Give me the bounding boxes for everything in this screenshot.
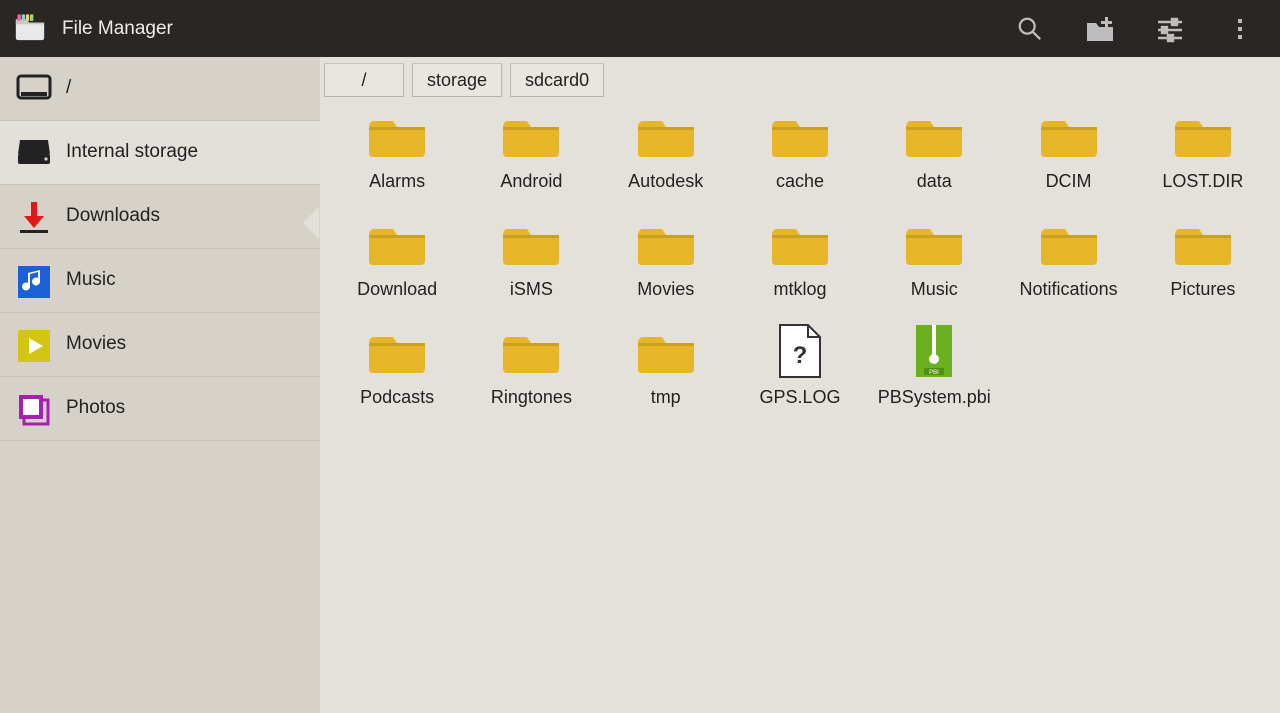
folder-icon [1041, 215, 1097, 271]
sidebar: / Internal storage Downloads Music Movie… [0, 57, 320, 713]
file-grid: Alarms Android Autodesk cache data DCIM … [320, 99, 1280, 713]
folder-item[interactable]: Android [464, 107, 598, 215]
folder-item[interactable]: DCIM [1001, 107, 1135, 215]
folder-item[interactable]: data [867, 107, 1001, 215]
item-label: Movies [637, 279, 694, 300]
unknown-file-icon [772, 323, 828, 379]
sidebar-item-label: Movies [66, 333, 126, 356]
folder-icon [1041, 107, 1097, 163]
folder-icon [503, 107, 559, 163]
folder-item[interactable]: Notifications [1001, 215, 1135, 323]
folder-item[interactable]: cache [733, 107, 867, 215]
folder-icon [1175, 215, 1231, 271]
item-label: Autodesk [628, 171, 703, 192]
breadcrumb-segment[interactable]: / [324, 63, 404, 97]
file-item[interactable]: GPS.LOG [733, 323, 867, 431]
breadcrumb-segment[interactable]: storage [412, 63, 502, 97]
folder-icon [638, 215, 694, 271]
item-label: Download [357, 279, 437, 300]
sidebar-item-downloads[interactable]: Downloads [0, 185, 320, 249]
sidebar-item-label: Photos [66, 397, 125, 420]
folder-icon [772, 215, 828, 271]
search-button[interactable] [1002, 1, 1058, 57]
folder-icon [503, 215, 559, 271]
item-label: Music [911, 279, 958, 300]
sidebar-item-root[interactable]: / [0, 57, 320, 121]
sidebar-item-label: / [66, 77, 71, 100]
folder-icon [638, 107, 694, 163]
file-item[interactable]: PBSystem.pbi [867, 323, 1001, 431]
folder-item[interactable]: Music [867, 215, 1001, 323]
download-icon [16, 199, 52, 235]
item-label: Android [500, 171, 562, 192]
folder-item[interactable]: tmp [599, 323, 733, 431]
item-label: mtklog [773, 279, 826, 300]
new-folder-button[interactable] [1072, 1, 1128, 57]
archive-file-icon [906, 323, 962, 379]
folder-item[interactable]: LOST.DIR [1136, 107, 1270, 215]
photos-icon [16, 391, 52, 427]
content-pane: /storagesdcard0 Alarms Android Autodesk … [320, 57, 1280, 713]
sidebar-item-label: Internal storage [66, 141, 198, 164]
item-label: data [917, 171, 952, 192]
folder-icon [906, 107, 962, 163]
item-label: Ringtones [491, 387, 572, 408]
folder-icon [503, 323, 559, 379]
folder-icon [772, 107, 828, 163]
sidebar-item-label: Downloads [66, 205, 160, 228]
item-label: PBSystem.pbi [878, 387, 991, 408]
sidebar-item-music[interactable]: Music [0, 249, 320, 313]
folder-item[interactable]: Download [330, 215, 464, 323]
app-topbar: File Manager [0, 0, 1280, 57]
folder-icon [369, 107, 425, 163]
folder-icon [906, 215, 962, 271]
folder-item[interactable]: iSMS [464, 215, 598, 323]
item-label: cache [776, 171, 824, 192]
folder-icon [1175, 107, 1231, 163]
breadcrumb: /storagesdcard0 [320, 57, 1280, 99]
sidebar-item-label: Music [66, 269, 116, 292]
app-icon [12, 11, 48, 46]
sidebar-selected-pointer-icon [303, 207, 319, 239]
item-label: Podcasts [360, 387, 434, 408]
folder-item[interactable]: Autodesk [599, 107, 733, 215]
item-label: Pictures [1170, 279, 1235, 300]
item-label: LOST.DIR [1162, 171, 1243, 192]
item-label: Notifications [1020, 279, 1118, 300]
breadcrumb-segment[interactable]: sdcard0 [510, 63, 604, 97]
movies-icon [16, 327, 52, 363]
item-label: Alarms [369, 171, 425, 192]
sd-icon [16, 71, 52, 107]
folder-icon [369, 323, 425, 379]
music-icon [16, 263, 52, 299]
disk-icon [16, 135, 52, 171]
folder-item[interactable]: mtklog [733, 215, 867, 323]
overflow-menu-button[interactable] [1212, 1, 1268, 57]
folder-item[interactable]: Ringtones [464, 323, 598, 431]
app-title: File Manager [62, 18, 173, 40]
item-label: tmp [651, 387, 681, 408]
sidebar-item-internal[interactable]: Internal storage [0, 121, 320, 185]
folder-icon [638, 323, 694, 379]
folder-icon [369, 215, 425, 271]
folder-item[interactable]: Pictures [1136, 215, 1270, 323]
item-label: GPS.LOG [759, 387, 840, 408]
sidebar-item-movies[interactable]: Movies [0, 313, 320, 377]
item-label: DCIM [1046, 171, 1092, 192]
item-label: iSMS [510, 279, 553, 300]
folder-item[interactable]: Movies [599, 215, 733, 323]
settings-sliders-button[interactable] [1142, 1, 1198, 57]
sidebar-item-photos[interactable]: Photos [0, 377, 320, 441]
folder-item[interactable]: Podcasts [330, 323, 464, 431]
folder-item[interactable]: Alarms [330, 107, 464, 215]
